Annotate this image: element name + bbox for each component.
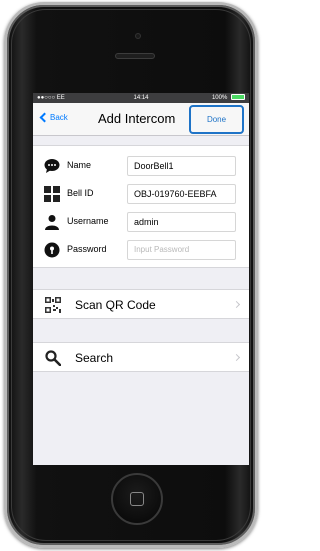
form-row-bell-id: Bell ID OBJ-019760-EEBFA [33, 182, 249, 206]
search-label: Search [75, 351, 114, 365]
intercom-form: Name DoorBell1 Bell ID OBJ-019760-EEBFA [33, 145, 249, 268]
form-row-username: Username admin [33, 210, 249, 234]
earpiece-speaker [115, 53, 155, 59]
screen: ●●○○○ EE 14:14 100% Back Add Intercom Do… [33, 93, 249, 465]
search-icon [45, 350, 61, 366]
back-button[interactable]: Back [39, 112, 68, 123]
form-row-name: Name DoorBell1 [33, 154, 249, 178]
page-title: Add Intercom [98, 111, 176, 126]
chevron-left-icon [39, 112, 50, 123]
navigation-bar: Back Add Intercom Done [33, 103, 249, 136]
chat-bubble-icon [44, 159, 60, 173]
username-label: Username [67, 216, 109, 226]
password-field[interactable]: Input Password [127, 240, 236, 260]
lock-icon [44, 242, 60, 258]
battery-status: 100% [212, 93, 245, 103]
back-label: Back [50, 113, 68, 122]
scan-qr-code-button[interactable]: Scan QR Code [33, 289, 249, 319]
bell-id-field[interactable]: OBJ-019760-EEBFA [127, 184, 236, 204]
qr-code-icon [45, 297, 61, 313]
battery-percent: 100% [211, 95, 228, 101]
username-field[interactable]: admin [127, 212, 236, 232]
password-label: Password [67, 244, 107, 254]
phone-frame: ●●○○○ EE 14:14 100% Back Add Intercom Do… [4, 2, 258, 548]
chevron-right-icon [232, 353, 241, 362]
form-row-password: Password Input Password [33, 238, 249, 262]
home-square-icon [130, 492, 144, 506]
name-field[interactable]: DoorBell1 [127, 156, 236, 176]
name-label: Name [67, 160, 92, 170]
bell-id-label: Bell ID [67, 188, 94, 198]
home-button[interactable] [111, 473, 163, 525]
battery-icon [231, 94, 245, 100]
chevron-right-icon [232, 300, 241, 309]
done-button[interactable]: Done [189, 105, 244, 134]
user-icon [45, 215, 59, 230]
search-button[interactable]: Search [33, 342, 249, 372]
status-bar: ●●○○○ EE 14:14 100% [33, 93, 249, 103]
front-camera [135, 33, 141, 39]
scan-qr-code-label: Scan QR Code [75, 298, 156, 312]
grid-icon [44, 186, 60, 202]
